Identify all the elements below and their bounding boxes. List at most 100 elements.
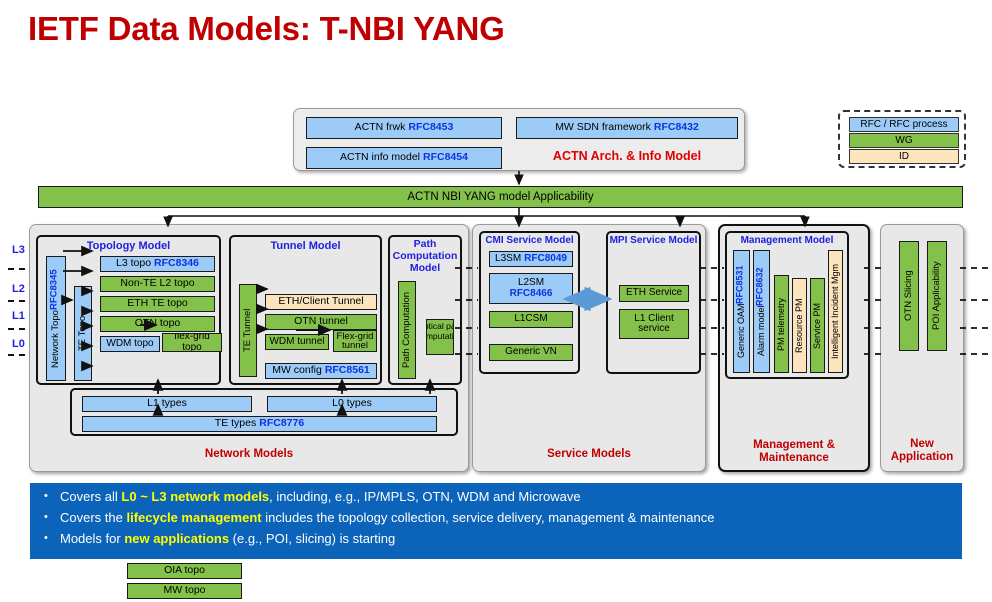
l3sm-rfc: RFC8049	[524, 252, 567, 264]
bullet-item: • Models for new applications (e.g., POI,…	[30, 531, 962, 547]
generic-oam-rfc: RFC8531	[734, 264, 745, 304]
management-footer: Management & Maintenance	[753, 439, 835, 465]
network-topo-rfc: RFC8345	[48, 269, 60, 310]
l3sm-box[interactable]: L3SM RFC8049	[489, 251, 573, 267]
generic-oam-label: Generic OAM	[735, 303, 746, 359]
eth-te-topo-box[interactable]: ETH TE topo	[100, 296, 215, 312]
flex-grid-topo-box[interactable]: flex-grid topo	[162, 333, 222, 352]
tunnel-model-subgroup: Tunnel Model TE Tunnel ETH/Client Tunnel…	[229, 235, 382, 385]
flex-grid-tunnel-box[interactable]: Flex-grid tunnel	[333, 330, 377, 352]
network-models-footer: Network Models	[204, 448, 294, 460]
otn-topo-box[interactable]: OTN topo	[100, 316, 215, 332]
management-model-subgroup: Management Model Generic OAM RFC8531 Alar…	[725, 231, 849, 379]
new-application-footer: New Application	[890, 438, 954, 464]
optical-path-computation-box[interactable]: Optical path computation	[426, 319, 454, 355]
generic-vn-box[interactable]: Generic VN	[489, 344, 573, 361]
te-tunnel-box[interactable]: TE Tunnel	[239, 284, 257, 377]
mw-sdn-framework-rfc: RFC8432	[653, 121, 699, 134]
legend: RFC / RFC process WG ID	[838, 110, 966, 168]
bullet-text: Covers the lifecycle management includes…	[60, 509, 715, 525]
bullet-item: • Covers the lifecycle management include…	[30, 510, 962, 526]
alarm-model-label: Alarm model	[755, 305, 766, 357]
types-subgroup: L1 types L0 types TE types RFC8776	[70, 388, 458, 436]
actn-frwk-box[interactable]: ACTN frwk RFC8453	[306, 117, 502, 139]
layer-label-l1: L1	[12, 310, 25, 322]
actn-info-model-rfc: RFC8454	[423, 151, 468, 164]
te-tunnel-label: TE Tunnel	[242, 308, 254, 353]
bullet-marker: •	[44, 531, 48, 544]
l3sm-label: L3SM	[495, 252, 522, 264]
generic-oam-box[interactable]: Generic OAM RFC8531	[733, 250, 750, 373]
path-computation-subgroup: Path Computation Model Path Computation …	[388, 235, 462, 385]
actn-frwk-label: ACTN frwk	[354, 121, 406, 134]
management-model-title: Management Model	[740, 235, 834, 246]
l3-topo-rfc: RFC8346	[154, 257, 199, 270]
poi-applicability-box[interactable]: POI Applicability	[927, 241, 947, 351]
actn-arch-panel: ACTN frwk RFC8453 ACTN info model RFC8454 …	[293, 108, 745, 171]
path-computation-box[interactable]: Path Computation	[398, 281, 416, 379]
legend-item-rfc: RFC / RFC process	[849, 117, 959, 132]
service-models-footer: Service Models	[547, 448, 631, 460]
mpi-title: MPI Service Model	[609, 235, 698, 246]
te-types-rfc: RFC8776	[259, 417, 305, 430]
actn-info-model-box[interactable]: ACTN info model RFC8454	[306, 147, 502, 169]
service-models-group: CMI Service Model L3SM RFC8049 L2SM RFC846…	[472, 224, 706, 472]
tunnel-model-title: Tunnel Model	[270, 240, 341, 252]
te-topo-label: TE Topo	[77, 315, 89, 352]
l3-topo-box[interactable]: L3 topo RFC8346	[100, 256, 215, 272]
network-topo-box[interactable]: Network Topo RFC8345	[46, 256, 66, 381]
te-topo-box[interactable]: TE Topo	[74, 286, 92, 381]
l2sm-box[interactable]: L2SM RFC8466	[489, 273, 573, 304]
service-pm-box[interactable]: Service PM	[810, 278, 825, 373]
intelligent-incident-mgm-box[interactable]: Intelligent Incident Mgm	[828, 250, 843, 373]
otn-slicing-box[interactable]: OTN Slicing	[899, 241, 919, 351]
summary-bullets: • Covers all L0 ~ L3 network models, incl…	[30, 483, 962, 559]
eth-client-tunnel-box[interactable]: ETH/Client Tunnel	[265, 294, 377, 310]
l1-types-box[interactable]: L1 types	[82, 396, 252, 412]
layer-label-l2: L2	[12, 283, 25, 295]
mw-config-box[interactable]: MW config RFC8561	[265, 363, 377, 379]
actn-arch-caption: ACTN Arch. & Info Model	[552, 149, 702, 163]
mw-config-rfc: RFC8561	[324, 364, 370, 377]
eth-service-box[interactable]: ETH Service	[619, 285, 689, 302]
l0-types-box[interactable]: L0 types	[267, 396, 437, 412]
te-types-label: TE types	[214, 417, 257, 430]
l1-client-service-box[interactable]: L1 Client service	[619, 309, 689, 339]
oia-topo-box[interactable]: OIA topo	[127, 563, 242, 579]
l2sm-rfc: RFC8466	[509, 287, 553, 299]
alarm-model-rfc: RFC8632	[754, 266, 765, 306]
otn-tunnel-box[interactable]: OTN tunnel	[265, 314, 377, 330]
te-types-box[interactable]: TE types RFC8776	[82, 416, 437, 432]
mw-sdn-framework-label: MW SDN framework	[555, 121, 651, 134]
legend-item-id: ID	[849, 149, 959, 164]
layer-label-l3: L3	[12, 244, 25, 256]
cmi-title: CMI Service Model	[485, 235, 574, 246]
actn-frwk-rfc: RFC8453	[408, 121, 454, 134]
l1csm-box[interactable]: L1CSM	[489, 311, 573, 328]
pm-telemetry-box[interactable]: PM telemetry	[774, 275, 789, 373]
legend-item-wg: WG	[849, 133, 959, 148]
network-topo-label: Network Topo	[50, 309, 62, 368]
alarm-model-box[interactable]: Alarm model RFC8632	[753, 250, 770, 373]
resource-pm-box[interactable]: Resource PM	[792, 278, 807, 373]
new-application-group: OTN Slicing POI Applicability New Applic…	[880, 224, 964, 472]
mw-topo-box[interactable]: MW topo	[127, 583, 242, 599]
bullet-marker: •	[44, 510, 48, 523]
mw-sdn-framework-box[interactable]: MW SDN framework RFC8432	[516, 117, 738, 139]
wdm-tunnel-box[interactable]: WDM tunnel	[265, 334, 329, 350]
non-te-l2-topo-box[interactable]: Non-TE L2 topo	[100, 276, 215, 292]
topology-model-subgroup: Topology Model Network Topo RFC8345 TE To…	[36, 235, 222, 385]
bullet-marker: •	[44, 490, 48, 502]
topology-model-title: Topology Model	[86, 240, 171, 252]
network-models-group: Topology Model Network Topo RFC8345 TE To…	[29, 224, 469, 599]
bullet-item: • Covers all L0 ~ L3 network models, incl…	[30, 489, 962, 505]
bullet-text: Covers all L0 ~ L3 network models, inclu…	[60, 489, 581, 504]
mw-config-label: MW config	[272, 364, 322, 377]
layer-label-l0: L0	[12, 338, 25, 350]
nbi-applicability-bar: ACTN NBI YANG model Applicability	[38, 186, 963, 208]
bullet-text: Models for new applications (e.g., POI, …	[60, 530, 396, 546]
mpi-service-model-subgroup: MPI Service Model ETH Service L1 Client …	[606, 231, 701, 374]
l2sm-label: L2SM	[517, 277, 545, 288]
management-group: Management Model Generic OAM RFC8531 Alar…	[718, 224, 870, 472]
wdm-topo-box[interactable]: WDM topo	[100, 336, 160, 352]
